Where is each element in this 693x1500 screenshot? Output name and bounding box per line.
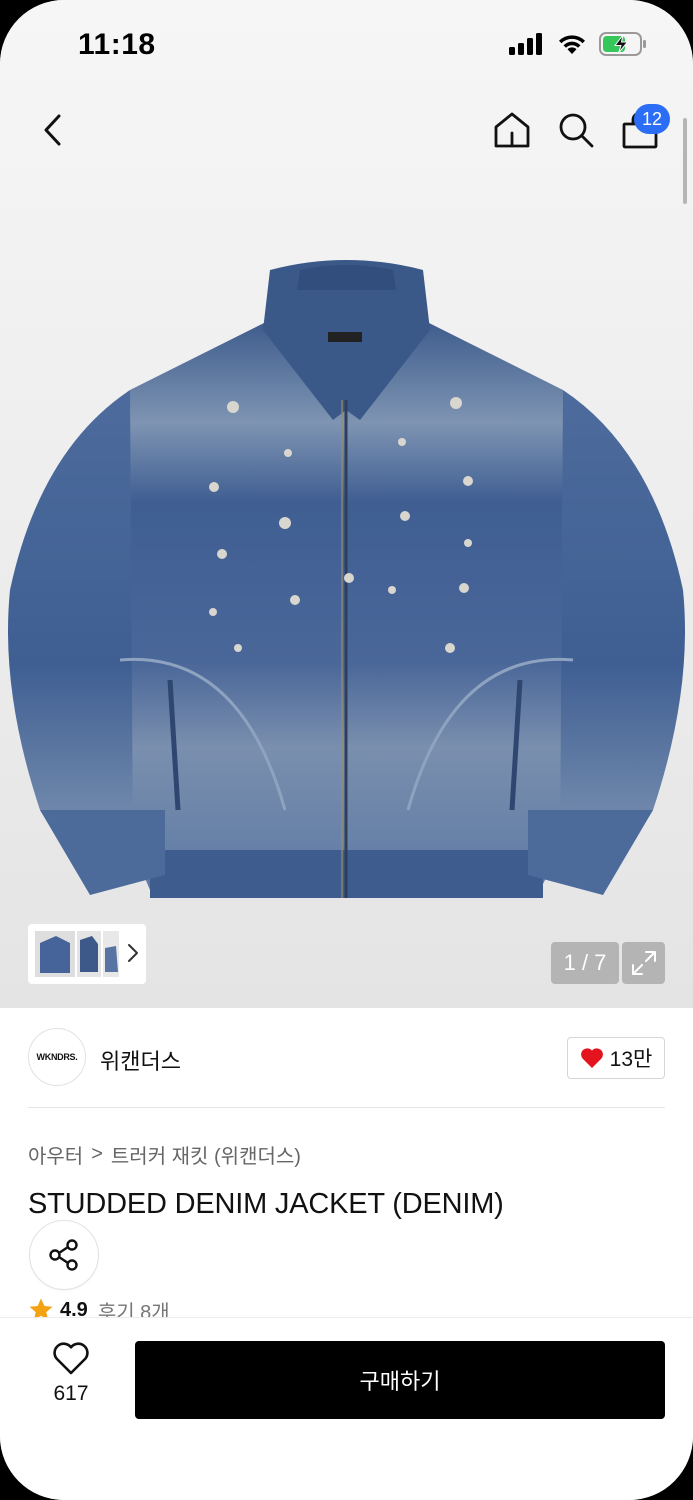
product-title: STUDDED DENIM JACKET (DENIM) xyxy=(28,1188,504,1220)
wifi-icon xyxy=(559,35,585,54)
brand-like-count: 13만 xyxy=(609,1048,653,1071)
battery-charging-icon xyxy=(599,32,646,56)
brand-row[interactable]: WKNDRS. 위캔더스 13만 xyxy=(28,1028,665,1088)
heart-filled-icon xyxy=(580,1048,603,1068)
search-icon xyxy=(559,113,594,148)
back-button[interactable] xyxy=(32,106,72,154)
app-screen: 11:18 12 1 / 7 WKNDRS. 위캔더스 13만 아우터 > 트러… xyxy=(0,0,693,1500)
brand-like-button[interactable]: 13만 xyxy=(567,1037,665,1079)
home-button[interactable] xyxy=(490,106,534,154)
share-icon xyxy=(49,1239,78,1271)
breadcrumb-separator: > xyxy=(91,1143,103,1165)
share-button[interactable] xyxy=(29,1220,99,1290)
status-bar: 11:18 xyxy=(0,0,693,92)
expand-icon xyxy=(631,951,656,975)
home-icon xyxy=(494,112,530,148)
breadcrumb-category[interactable]: 아우터 xyxy=(28,1140,83,1169)
cart-count-badge: 12 xyxy=(634,104,670,134)
chevron-left-icon xyxy=(44,114,61,146)
product-gallery[interactable]: 11:18 12 1 / 7 xyxy=(0,0,693,1008)
status-time: 11:18 xyxy=(78,28,156,61)
top-nav: 12 xyxy=(0,100,693,164)
thumbnail-image[interactable] xyxy=(32,928,120,980)
brand-name[interactable]: 위캔더스 xyxy=(100,1044,181,1076)
signal-icon xyxy=(509,33,542,55)
image-pager: 1 / 7 xyxy=(551,942,619,984)
status-icons xyxy=(509,32,647,56)
scrollbar[interactable] xyxy=(683,118,687,204)
wishlist-button[interactable]: 617 xyxy=(36,1342,106,1412)
search-button[interactable] xyxy=(554,106,598,154)
expand-button[interactable] xyxy=(622,942,665,984)
wishlist-count: 617 xyxy=(53,1382,89,1405)
chevron-right-icon[interactable] xyxy=(126,940,140,966)
divider xyxy=(28,1107,665,1108)
bottom-action-bar: 617 구매하기 xyxy=(0,1317,693,1500)
breadcrumb-subcategory[interactable]: 트러커 재킷 (위캔더스) xyxy=(111,1140,301,1169)
breadcrumb: 아우터 > 트러커 재킷 (위캔더스) xyxy=(28,1140,301,1169)
thumbnail-strip[interactable] xyxy=(28,924,146,984)
heart-icon xyxy=(53,1342,89,1375)
buy-button[interactable]: 구매하기 xyxy=(135,1341,665,1419)
brand-logo[interactable]: WKNDRS. xyxy=(28,1028,86,1086)
product-image[interactable] xyxy=(0,250,693,930)
